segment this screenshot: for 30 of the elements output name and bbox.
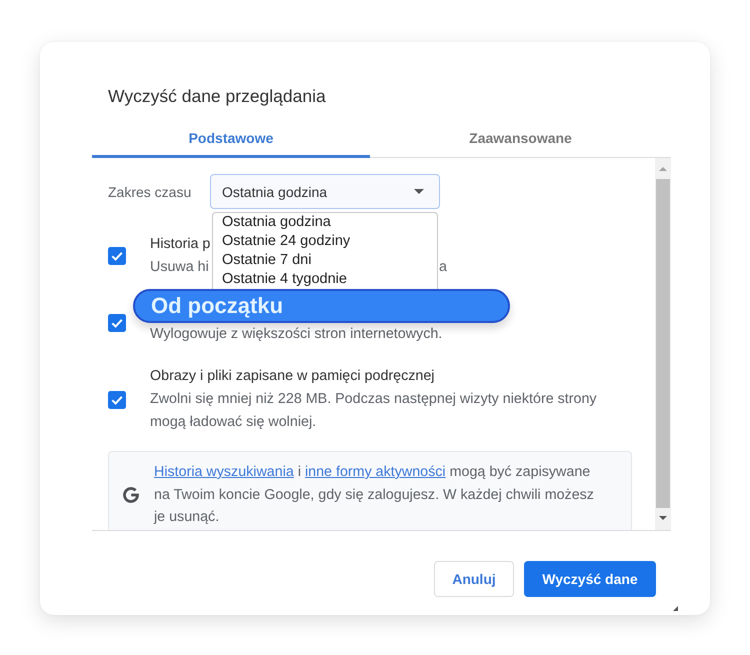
tab[interactable]: Podstawowe	[92, 120, 370, 158]
dropdown-option[interactable]: Ostatnie 4 tygodnie	[212, 270, 438, 289]
link[interactable]: inne formy aktywności	[304, 464, 446, 480]
item-description: Wylogowuje z większości stron internetowych.	[150, 325, 444, 344]
item-description: Usuwa hi	[150, 258, 209, 277]
link[interactable]: Historia wyszukiwania	[154, 464, 294, 480]
dropdown-option[interactable]: Ostatnie 7 dni	[212, 251, 438, 270]
item-title: Obrazy i pliki zapisane w pamięci podręcznej	[150, 367, 434, 386]
dropdown-option-highlighted[interactable]: Od początku	[133, 289, 510, 323]
scrollbar-thumb[interactable]	[656, 179, 670, 508]
dropdown-option[interactable]: Ostatnia godzina	[212, 212, 438, 232]
g-icon	[123, 486, 139, 503]
resize-grip-icon[interactable]	[673, 606, 678, 611]
item-title: Historia p	[150, 235, 210, 254]
scroll-down-icon[interactable]	[659, 516, 667, 520]
scrollbar[interactable]	[655, 158, 671, 530]
checkbox[interactable]	[108, 247, 126, 265]
caret-icon	[414, 189, 424, 194]
clear-data-button[interactable]: Wyczyść dane	[524, 561, 656, 597]
cancel-button[interactable]: Anuluj	[434, 561, 514, 597]
info-text: Historia wyszukiwania i inne formy aktywności mogą być zapisywane na Twoim koncie Google, gdy się zalogujesz. W każdej chwili możesz je usunąć.	[154, 463, 595, 527]
item-description: a	[439, 258, 447, 277]
item-description: Zwolni się mniej niż 228 MB. Podczas następnej wizyty niektóre strony mogą ładować się wolniej.	[150, 390, 598, 432]
checkbox[interactable]	[108, 390, 126, 408]
dialog-title: Wyczyść dane przeglądania	[107, 85, 326, 108]
dropdown-option[interactable]: Ostatnie 24 godziny	[212, 232, 438, 251]
checkbox[interactable]	[108, 314, 126, 332]
time-range-label: Zakres czasu	[108, 184, 192, 200]
time-range-select[interactable]: Ostatnia godzina	[210, 174, 440, 209]
tab[interactable]: Zaawansowane	[370, 120, 671, 158]
